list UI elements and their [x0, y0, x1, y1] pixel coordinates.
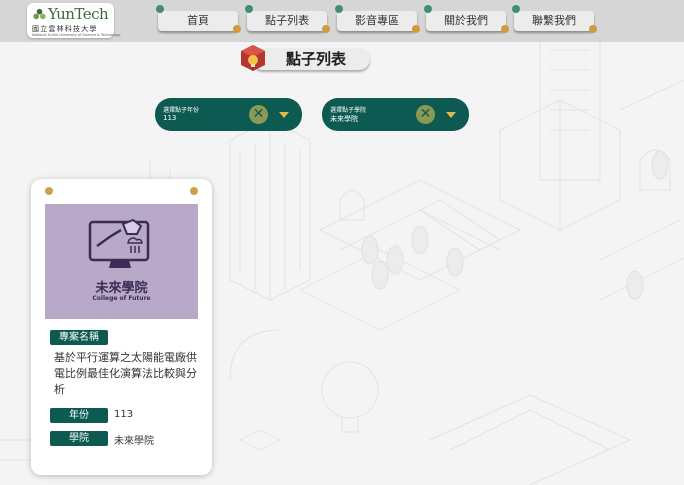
project-name-tag: 專案名稱: [50, 330, 108, 345]
college-value: 未來學院: [114, 436, 154, 447]
nav-dot-green: [512, 5, 520, 13]
project-image: 未來學院 College of Future: [45, 204, 198, 319]
project-image-college-en: College of Future: [92, 295, 151, 302]
nav-dot-gold: [233, 25, 241, 33]
nav-contact-label: 聯繫我們: [532, 14, 576, 27]
nav-dot-gold: [501, 25, 509, 33]
college-filter-label: 選擇點子學院: [330, 107, 367, 114]
college-filter-value: 未來學院: [330, 115, 358, 123]
logo-brand-text: YunTech: [48, 5, 109, 23]
card-pin-left: [45, 187, 53, 195]
nav-about-label: 關於我們: [444, 14, 488, 27]
card-pin-right: [190, 187, 198, 195]
year-value: 113: [114, 409, 134, 420]
nav-home-label: 首頁: [187, 14, 209, 27]
nav-contact[interactable]: 聯繫我們: [512, 5, 597, 33]
project-name: 基於平行運算之太陽能電廠供電比例最佳化演算法比較與分析: [54, 351, 197, 396]
nav-dot-gold: [412, 25, 420, 33]
top-navigation-bar: YunTech 國立雲林科技大學 National Yunlin Univers…: [0, 0, 684, 42]
year-filter-dropdown[interactable]: 選擇點子年份 113 ✕: [155, 98, 302, 131]
year-filter-label: 選擇點子年份: [163, 107, 200, 114]
college-filter-dropdown[interactable]: 選擇點子學院 未來學院 ✕: [322, 98, 469, 131]
logo-english-name: National Yunlin University of Science & …: [32, 33, 121, 37]
nav-idea-list[interactable]: 點子列表: [245, 5, 330, 33]
nav-dot-green: [424, 5, 432, 13]
clear-icon[interactable]: ✕: [416, 105, 435, 124]
chevron-down-icon[interactable]: [279, 112, 289, 118]
nav-dot-green: [335, 5, 343, 13]
yuntech-logo[interactable]: YunTech 國立雲林科技大學 National Yunlin Univers…: [27, 3, 121, 38]
nav-dot-gold: [322, 25, 330, 33]
university-emblem-icon: [33, 8, 46, 20]
nav-dot-green: [245, 5, 253, 13]
clear-icon[interactable]: ✕: [249, 105, 268, 124]
nav-media-label: 影音專區: [355, 14, 399, 27]
chevron-down-icon[interactable]: [446, 112, 456, 118]
lightbulb-box-icon: [241, 45, 265, 71]
nav-idea-list-label: 點子列表: [265, 14, 309, 27]
year-filter-value: 113: [163, 114, 177, 122]
college-tag: 學院: [50, 431, 108, 446]
nav-about[interactable]: 關於我們: [424, 5, 509, 33]
project-image-college-cn: 未來學院: [95, 281, 148, 296]
nav-dot-gold: [589, 25, 597, 33]
nav-home[interactable]: 首頁: [156, 5, 241, 33]
page-title: 點子列表: [252, 48, 370, 70]
nav-dot-green: [156, 5, 164, 13]
year-tag: 年份: [50, 408, 108, 423]
project-card[interactable]: 未來學院 College of Future 專案名稱 基於平行運算之太陽能電廠…: [31, 179, 212, 475]
monitor-hand-icon: [88, 218, 150, 268]
nav-media[interactable]: 影音專區: [335, 5, 420, 33]
